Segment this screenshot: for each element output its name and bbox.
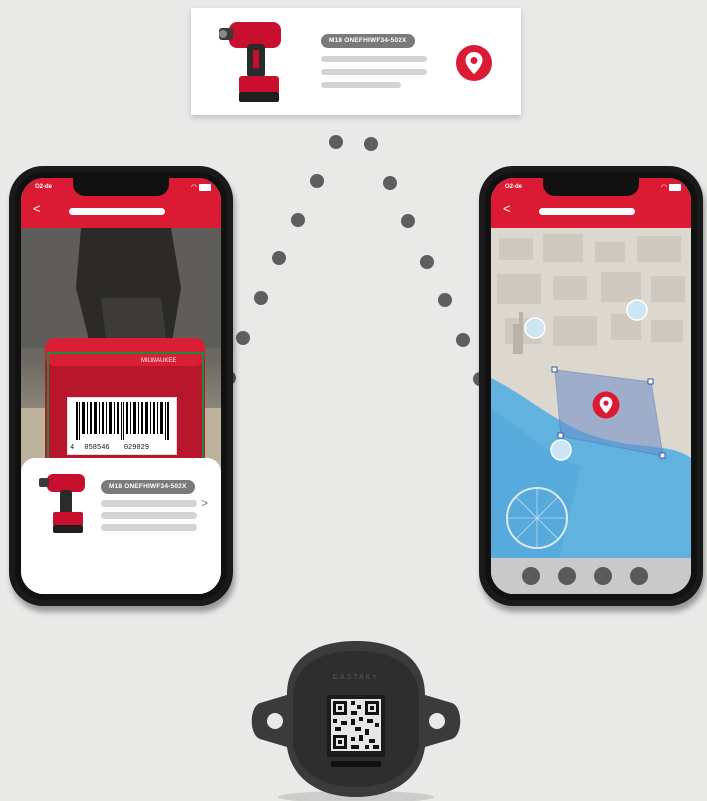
- dot: [310, 174, 324, 188]
- battery-icon: [669, 183, 681, 191]
- location-pin-icon[interactable]: [454, 43, 494, 83]
- product-code-pill: M18 ONEFHIWF34-502X: [101, 480, 195, 494]
- location-pin-icon[interactable]: [591, 390, 621, 420]
- text-placeholder-line: [321, 82, 401, 88]
- tracking-tag-device: CASTAKY: [251, 641, 461, 801]
- status-icons: ◠: [661, 183, 681, 191]
- right-phone: O2-de ◠ <: [479, 166, 703, 606]
- title-placeholder: [539, 208, 635, 215]
- text-placeholder-line: [321, 69, 427, 75]
- carrier-label: O2-de: [35, 184, 53, 190]
- phone-notch: [73, 178, 169, 196]
- back-icon[interactable]: <: [33, 202, 41, 215]
- text-placeholder-line: [101, 500, 197, 507]
- dot: [420, 255, 434, 269]
- dot: [236, 331, 250, 345]
- dot: [272, 251, 286, 265]
- bottom-nav: [491, 558, 691, 594]
- qr-code-icon: [331, 699, 381, 751]
- map-view[interactable]: [491, 228, 691, 594]
- title-placeholder: [69, 208, 165, 215]
- product-thumbnail: [39, 474, 85, 533]
- dot: [456, 333, 470, 347]
- tag-brand-label: CASTAKY: [333, 674, 379, 681]
- dot: [438, 293, 452, 307]
- text-placeholder-line: [321, 56, 427, 62]
- impact-wrench-image: [219, 22, 281, 102]
- carrier-label: O2-de: [505, 184, 523, 190]
- dot: [364, 137, 378, 151]
- nav-button-1[interactable]: [522, 567, 540, 585]
- back-icon[interactable]: <: [503, 202, 511, 215]
- dot: [401, 214, 415, 228]
- battery-icon: [199, 183, 211, 191]
- text-placeholder-line: [101, 512, 197, 519]
- scan-result-card[interactable]: M18 ONEFHIWF34-502X >: [21, 458, 221, 594]
- product-code-pill: M18 ONEFHIWF34-502X: [321, 34, 415, 48]
- phone-notch: [543, 178, 639, 196]
- nav-button-4[interactable]: [630, 567, 648, 585]
- dot: [329, 135, 343, 149]
- dot: [291, 213, 305, 227]
- chevron-right-icon[interactable]: >: [201, 496, 208, 510]
- wifi-icon: ◠: [660, 184, 668, 191]
- nav-button-2[interactable]: [558, 567, 576, 585]
- wifi-icon: ◠: [190, 184, 198, 191]
- left-phone: O2-de ◠ < MILWAUKEE 4 058546 029029 M18 …: [9, 166, 233, 606]
- text-placeholder-line: [101, 524, 197, 531]
- map-screen: O2-de ◠ <: [491, 178, 691, 594]
- dot: [383, 176, 397, 190]
- status-icons: ◠: [191, 183, 211, 191]
- top-product-card[interactable]: M18 ONEFHIWF34-502X: [191, 8, 521, 115]
- dot: [254, 291, 268, 305]
- scanner-screen: O2-de ◠ < MILWAUKEE 4 058546 029029 M18 …: [21, 178, 221, 594]
- nav-button-3[interactable]: [594, 567, 612, 585]
